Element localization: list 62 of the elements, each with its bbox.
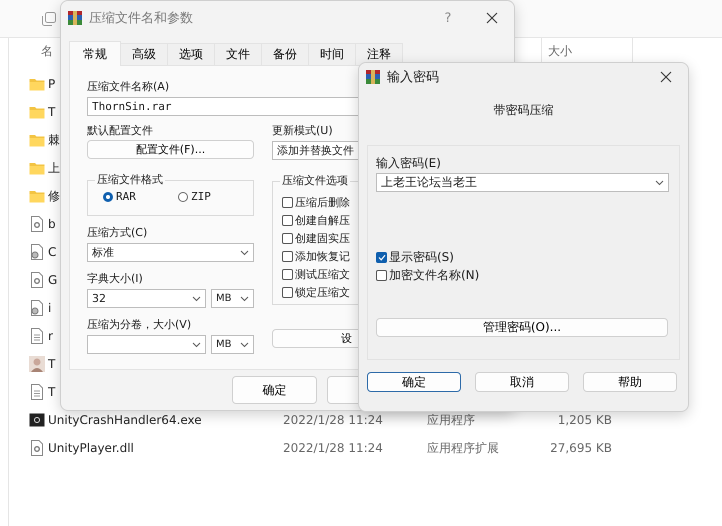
column-header[interactable]: 名 — [41, 43, 53, 60]
file-icon — [29, 300, 45, 316]
file-name[interactable]: UnityCrashHandler64.exe — [48, 413, 283, 427]
manage-button[interactable]: 管理密码(O)... — [376, 318, 668, 337]
file-icon — [29, 244, 45, 260]
file-type: 应用程序扩展 — [427, 440, 500, 456]
field-label: 压缩文件名称(A) — [87, 80, 170, 94]
file-date: 2022/1/28 11:24 — [283, 441, 384, 455]
caret-icon — [192, 296, 201, 302]
document-icon — [29, 328, 45, 344]
window-title: 输入密码 — [387, 69, 439, 86]
field-label: 默认配置文件 — [87, 124, 154, 138]
folder-icon — [29, 132, 45, 148]
field-label: 压缩为分卷，大小(V) — [87, 318, 192, 332]
folder-icon — [29, 160, 45, 176]
checkbox[interactable]: 加密文件名称(N) — [376, 266, 679, 284]
dialog-button[interactable]: 确定 — [367, 372, 461, 392]
archive-icon — [68, 11, 82, 25]
file-name[interactable]: UnityPlayer.dll — [48, 441, 283, 455]
check-icon — [378, 254, 386, 260]
group-label: 压缩文件格式 — [95, 173, 165, 187]
caret-icon — [240, 250, 249, 256]
dropdown[interactable]: 上老王论坛当老王 — [376, 173, 669, 192]
dropdown[interactable]: 标准 — [87, 243, 254, 262]
file-size: 27,695 KB — [549, 441, 612, 455]
document-icon — [29, 384, 45, 400]
window-title: 压缩文件名和参数 — [89, 10, 193, 27]
dropdown[interactable]: MB — [211, 335, 254, 354]
folder-icon — [29, 188, 45, 204]
file-size: 1,205 KB — [556, 413, 612, 427]
close-icon — [486, 12, 498, 24]
checkbox[interactable]: 显示密码(S) — [376, 248, 679, 266]
field-label: 输入密码(E) — [376, 156, 442, 170]
file-icon — [29, 216, 45, 232]
caret-icon — [192, 342, 201, 348]
close-icon — [660, 71, 672, 83]
app-icon — [29, 412, 45, 428]
copy-icon — [42, 12, 56, 26]
file-date: 2022/1/28 11:24 — [283, 413, 384, 427]
field-label: 字典大小(I) — [87, 272, 144, 286]
tab[interactable]: 常规 — [69, 41, 121, 66]
group-label: 压缩文件选项 — [280, 174, 350, 188]
dropdown[interactable]: MB — [211, 289, 254, 308]
file-icon — [29, 272, 45, 288]
caret-icon — [240, 342, 249, 348]
ok-button[interactable]: 确定 — [232, 376, 317, 404]
field-label: 压缩方式(C) — [87, 226, 148, 240]
dialog-button[interactable]: 取消 — [475, 372, 569, 392]
folder-icon — [29, 76, 45, 92]
file-icon — [29, 440, 45, 456]
profile-button[interactable]: 配置文件(F)... — [87, 140, 254, 159]
field-label: 更新模式(U) — [272, 124, 334, 138]
dialog-button[interactable]: 帮助 — [583, 372, 677, 392]
caret-icon — [240, 296, 249, 302]
archive-icon — [366, 70, 380, 84]
caret-icon — [655, 180, 664, 186]
radio-button[interactable]: RAR — [103, 190, 178, 203]
radio-button[interactable]: ZIP — [178, 190, 253, 203]
person-icon — [29, 356, 45, 372]
folder-icon — [29, 104, 45, 120]
file-type: 应用程序 — [427, 412, 476, 428]
dropdown[interactable]: 32 — [87, 289, 206, 308]
